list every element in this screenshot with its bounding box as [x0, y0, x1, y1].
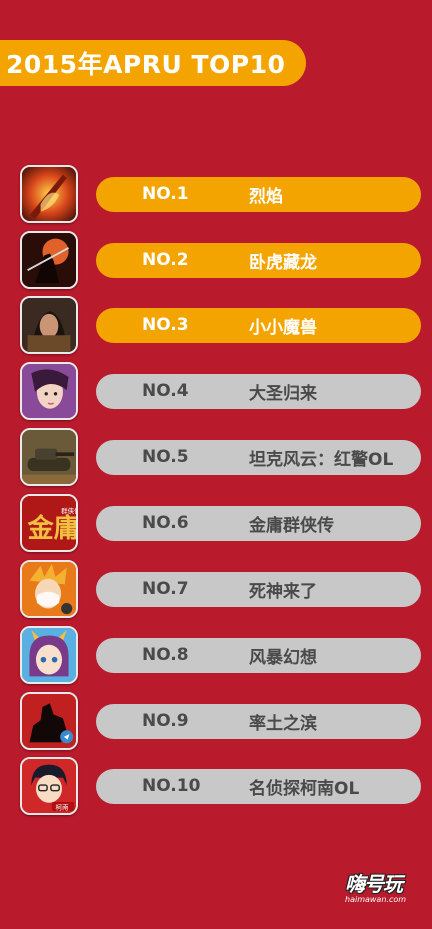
rank-pill: NO.5 坦克风云：红警OL	[96, 439, 421, 475]
warrior-portrait-icon	[20, 296, 78, 354]
game-name: 风暴幻想	[249, 647, 317, 668]
logo-subtext: haimawan.com	[345, 895, 407, 904]
rank-pill: NO.1 烈焰	[96, 176, 421, 212]
jinyong-big-text: 金庸	[27, 513, 76, 544]
jinyong-small-text: 群侠传	[61, 506, 76, 515]
jin-yong-calligraphy-icon: 金庸 群侠传	[20, 494, 78, 552]
rank-label: NO.7	[142, 579, 189, 599]
game-name: 小小魔兽	[249, 317, 317, 338]
rank-label: NO.4	[142, 381, 189, 401]
title-banner: 2015年APRU TOP10	[0, 40, 306, 86]
list-item[interactable]: 柯南 NO.10 名侦探柯南OL	[20, 757, 422, 815]
detective-icon: 柯南	[20, 757, 78, 815]
list-item[interactable]: NO.2 卧虎藏龙	[20, 231, 422, 289]
game-name: 名侦探柯南OL	[249, 778, 360, 799]
rank-pill: NO.10 名侦探柯南OL	[96, 768, 421, 804]
rank-label: NO.8	[142, 645, 189, 665]
rank-pill: NO.2 卧虎藏龙	[96, 242, 421, 278]
list-item[interactable]: NO.3 小小魔兽	[20, 296, 422, 354]
game-name: 烈焰	[249, 186, 283, 207]
game-name: 金庸群侠传	[249, 515, 334, 536]
brand-logo: 嗨号玩 haimawan.com	[345, 868, 421, 910]
rank-label: NO.1	[142, 184, 189, 204]
rank-pill: NO.4 大圣归来	[96, 373, 421, 409]
rank-label: NO.2	[142, 250, 189, 270]
rank-label: NO.3	[142, 315, 189, 335]
page-title: 2015年APRU TOP10	[6, 50, 286, 79]
list-item[interactable]: NO.9 率土之滨	[20, 692, 422, 750]
game-name: 卧虎藏龙	[249, 252, 317, 273]
game-name: 坦克风云：红警OL	[249, 449, 394, 470]
swordsman-moon-icon	[20, 231, 78, 289]
tank-icon	[20, 428, 78, 486]
rank-pill: NO.7 死神来了	[96, 571, 421, 607]
heroine-portrait-icon	[20, 362, 78, 420]
rank-pill: NO.6 金庸群侠传	[96, 505, 421, 541]
anime-character-icon	[20, 560, 78, 618]
game-name: 率土之滨	[249, 713, 317, 734]
game-name: 死神来了	[249, 581, 317, 602]
list-item[interactable]: NO.7 死神来了	[20, 560, 422, 618]
horned-girl-icon	[20, 626, 78, 684]
rank-pill: NO.9 率土之滨	[96, 703, 421, 739]
rank-label: NO.6	[142, 513, 189, 533]
rank-pill: NO.3 小小魔兽	[96, 307, 421, 343]
list-item[interactable]: NO.1 烈焰	[20, 165, 422, 223]
logo-text: 嗨号玩	[345, 872, 403, 896]
list-item[interactable]: NO.4 大圣归来	[20, 362, 422, 420]
list-item[interactable]: 金庸 群侠传 NO.6 金庸群侠传	[20, 494, 422, 552]
rank-pill: NO.8 风暴幻想	[96, 637, 421, 673]
conan-tag-text: 柯南	[56, 802, 70, 811]
rank-label: NO.9	[142, 711, 189, 731]
list-item[interactable]: NO.8 风暴幻想	[20, 626, 422, 684]
rank-label: NO.10	[142, 776, 201, 796]
list-item[interactable]: NO.5 坦克风云：红警OL	[20, 428, 422, 486]
horse-rider-icon	[20, 692, 78, 750]
rank-label: NO.5	[142, 447, 189, 467]
game-name: 大圣归来	[249, 383, 317, 404]
flame-warrior-icon	[20, 165, 78, 223]
